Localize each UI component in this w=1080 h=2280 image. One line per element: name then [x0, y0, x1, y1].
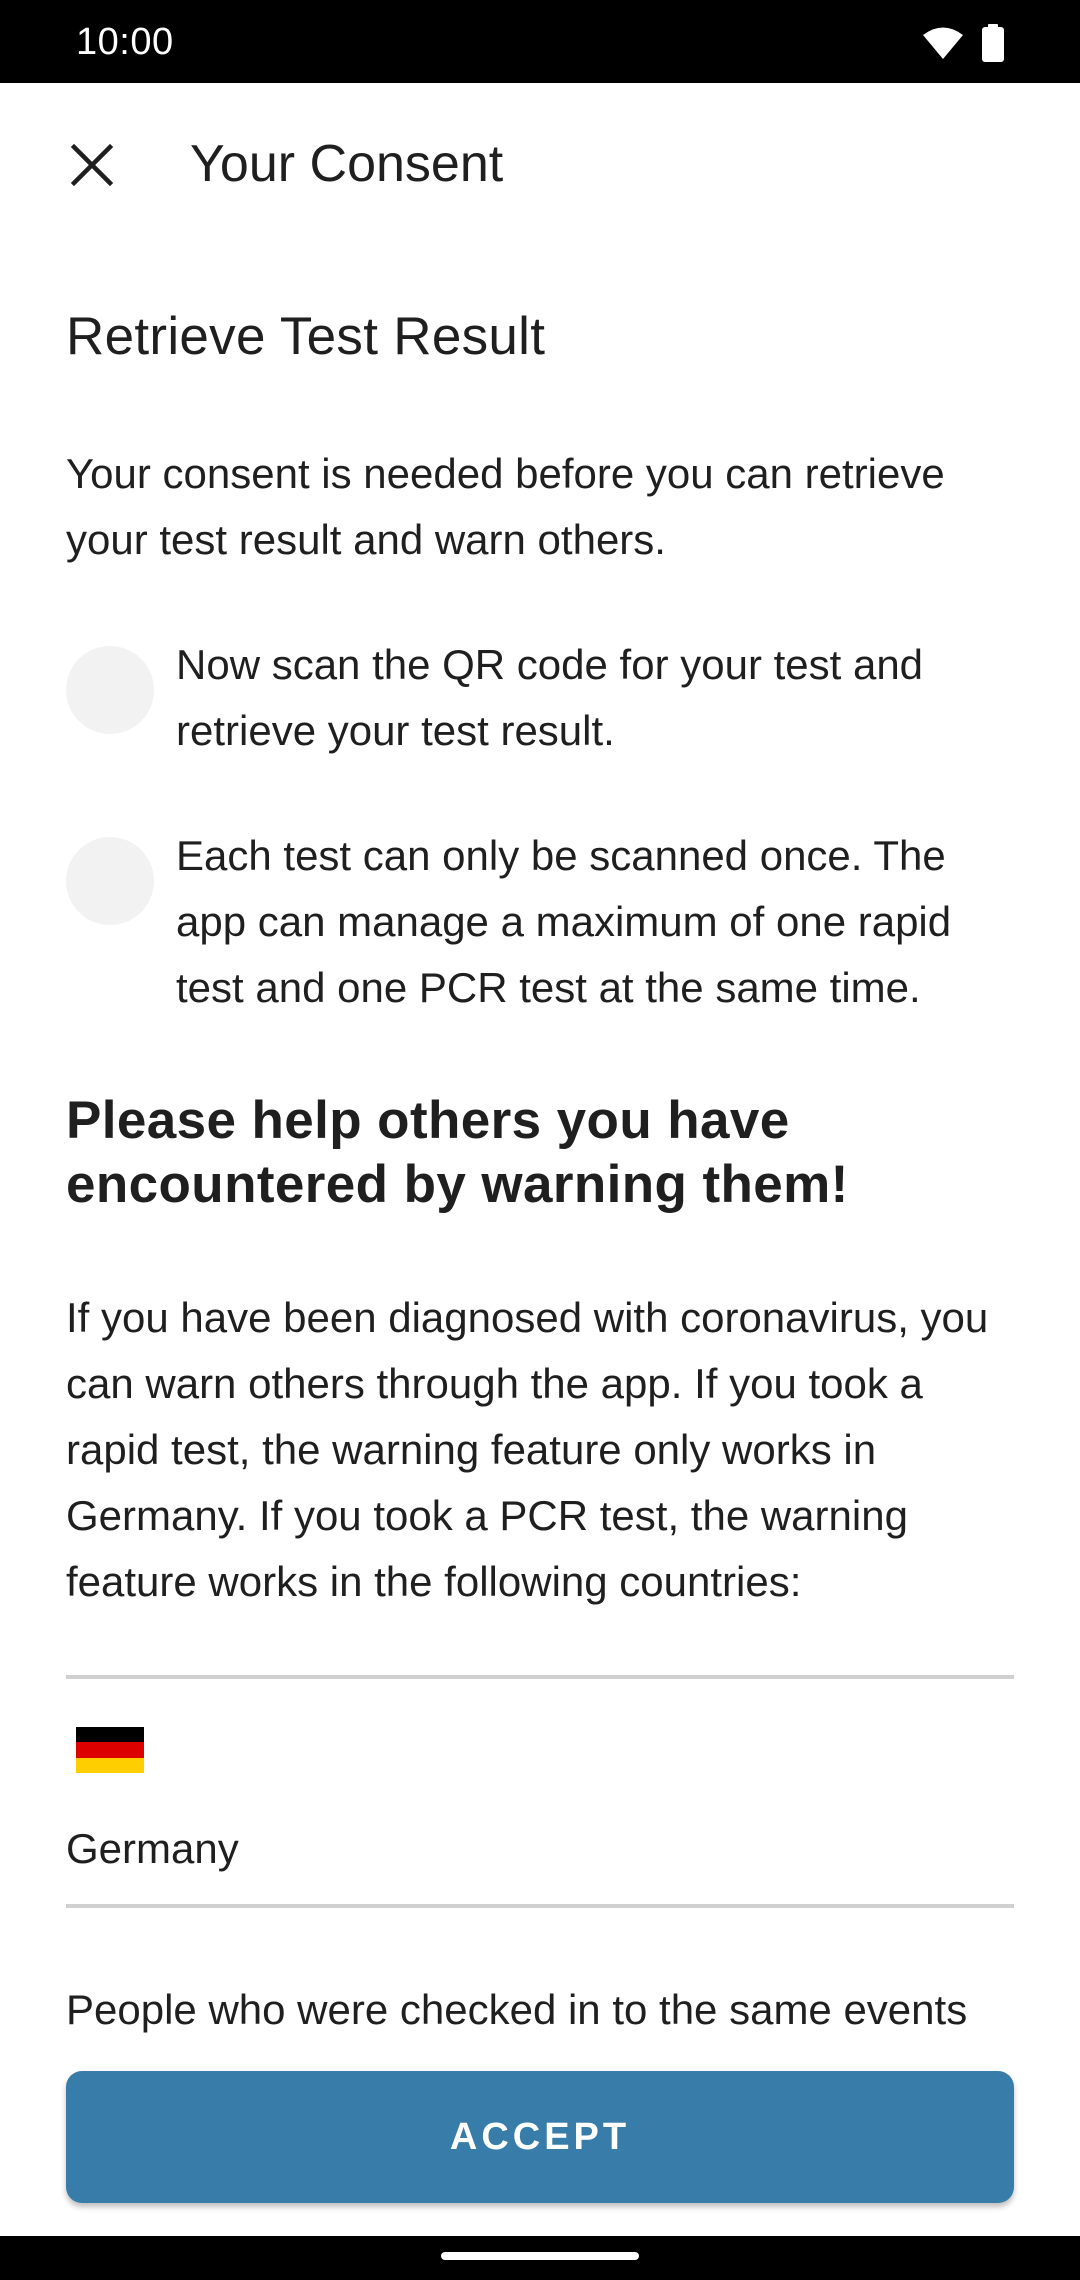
close-icon — [70, 143, 114, 187]
status-time: 10:00 — [76, 21, 174, 63]
home-handle[interactable] — [441, 2252, 639, 2260]
country-name: Germany — [66, 1825, 239, 1872]
events-text: People who were checked in to the same e… — [66, 1986, 968, 2033]
warn-heading: Please help others you have encountered … — [66, 1091, 849, 1214]
bullet-text: Each test can only be scanned once. The … — [176, 832, 952, 1011]
divider — [66, 1904, 1014, 1908]
bullet-icon — [66, 646, 154, 734]
status-bar: 10:00 — [0, 0, 1080, 83]
navigation-bar — [0, 2236, 1080, 2280]
warn-text: If you have been diagnosed with coronavi… — [66, 1294, 989, 1605]
status-icons — [922, 24, 1004, 67]
close-button[interactable] — [56, 129, 128, 201]
bullet-text: Now scan the QR code for your test and r… — [176, 641, 924, 754]
germany-flag-icon — [76, 1727, 144, 1773]
bullet-icon — [66, 837, 154, 925]
page-title: Your Consent — [190, 135, 504, 193]
accept-button[interactable]: ACCEPT — [66, 2071, 1014, 2203]
divider — [66, 1675, 1014, 1679]
toolbar: Your Consent — [0, 83, 1080, 243]
section-heading: Retrieve Test Result — [66, 307, 546, 366]
wifi-icon — [922, 26, 964, 65]
battery-icon — [982, 24, 1004, 67]
intro-text: Your consent is needed before you can re… — [66, 450, 945, 563]
